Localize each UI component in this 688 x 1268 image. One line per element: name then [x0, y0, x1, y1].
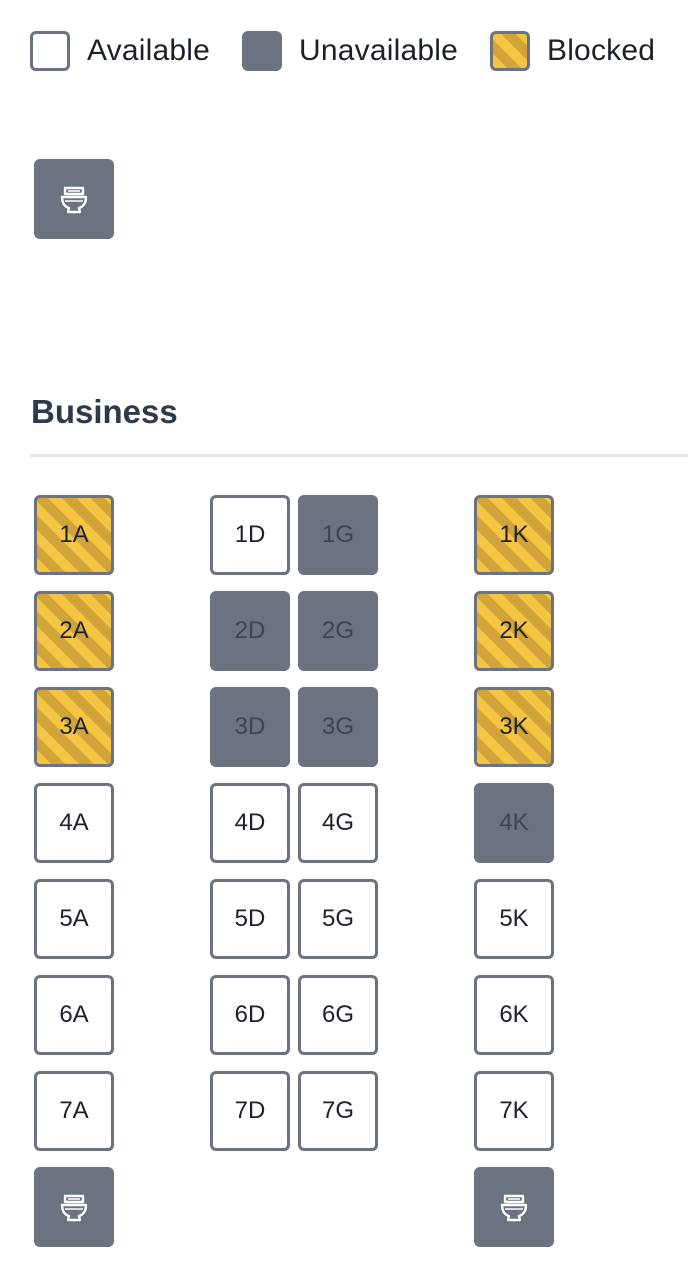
seat-3D: 3D — [210, 687, 290, 767]
seat-2D: 2D — [210, 591, 290, 671]
seat-3G: 3G — [298, 687, 378, 767]
available-swatch — [30, 31, 70, 71]
toilet-icon — [500, 1194, 528, 1222]
section-divider — [30, 454, 688, 457]
seat-2A: 2A — [34, 591, 114, 671]
seat-6D[interactable]: 6D — [210, 975, 290, 1055]
seat-1D[interactable]: 1D — [210, 495, 290, 575]
seat-2K: 2K — [474, 591, 554, 671]
lavatory-front — [34, 159, 114, 239]
seat-3A: 3A — [34, 687, 114, 767]
seat-2G: 2G — [298, 591, 378, 671]
seat-7G[interactable]: 7G — [298, 1071, 378, 1151]
toilet-icon — [60, 186, 88, 214]
lavatory-rear-left — [34, 1167, 114, 1247]
seat-4G[interactable]: 4G — [298, 783, 378, 863]
seat-4A[interactable]: 4A — [34, 783, 114, 863]
lavatory-rear-right — [474, 1167, 554, 1247]
legend-blocked: Blocked — [489, 31, 656, 71]
blocked-swatch — [489, 31, 530, 71]
seat-7A[interactable]: 7A — [34, 1071, 114, 1151]
seat-3K: 3K — [474, 687, 554, 767]
legend-unavailable: Unavailable — [242, 31, 458, 71]
seat-5K[interactable]: 5K — [474, 879, 554, 959]
seat-5D[interactable]: 5D — [210, 879, 290, 959]
seat-1A: 1A — [34, 495, 114, 575]
seat-7K[interactable]: 7K — [474, 1071, 554, 1151]
seat-legend: Available Unavailable Blocked — [30, 31, 655, 71]
legend-blocked-label: Blocked — [546, 34, 656, 67]
unavailable-swatch — [242, 31, 283, 71]
seat-5G[interactable]: 5G — [298, 879, 378, 959]
seat-6G[interactable]: 6G — [298, 975, 378, 1055]
toilet-icon — [60, 1194, 88, 1222]
seat-6K[interactable]: 6K — [474, 975, 554, 1055]
seat-5A[interactable]: 5A — [34, 879, 114, 959]
seat-4K: 4K — [474, 783, 554, 863]
seat-1K: 1K — [474, 495, 554, 575]
seat-7D[interactable]: 7D — [210, 1071, 290, 1151]
seat-1G: 1G — [298, 495, 378, 575]
seat-4D[interactable]: 4D — [210, 783, 290, 863]
section-title: Business — [31, 393, 178, 430]
legend-unavailable-label: Unavailable — [299, 34, 458, 67]
seat-6A[interactable]: 6A — [34, 975, 114, 1055]
legend-available: Available — [30, 31, 210, 71]
legend-available-label: Available — [87, 34, 211, 67]
